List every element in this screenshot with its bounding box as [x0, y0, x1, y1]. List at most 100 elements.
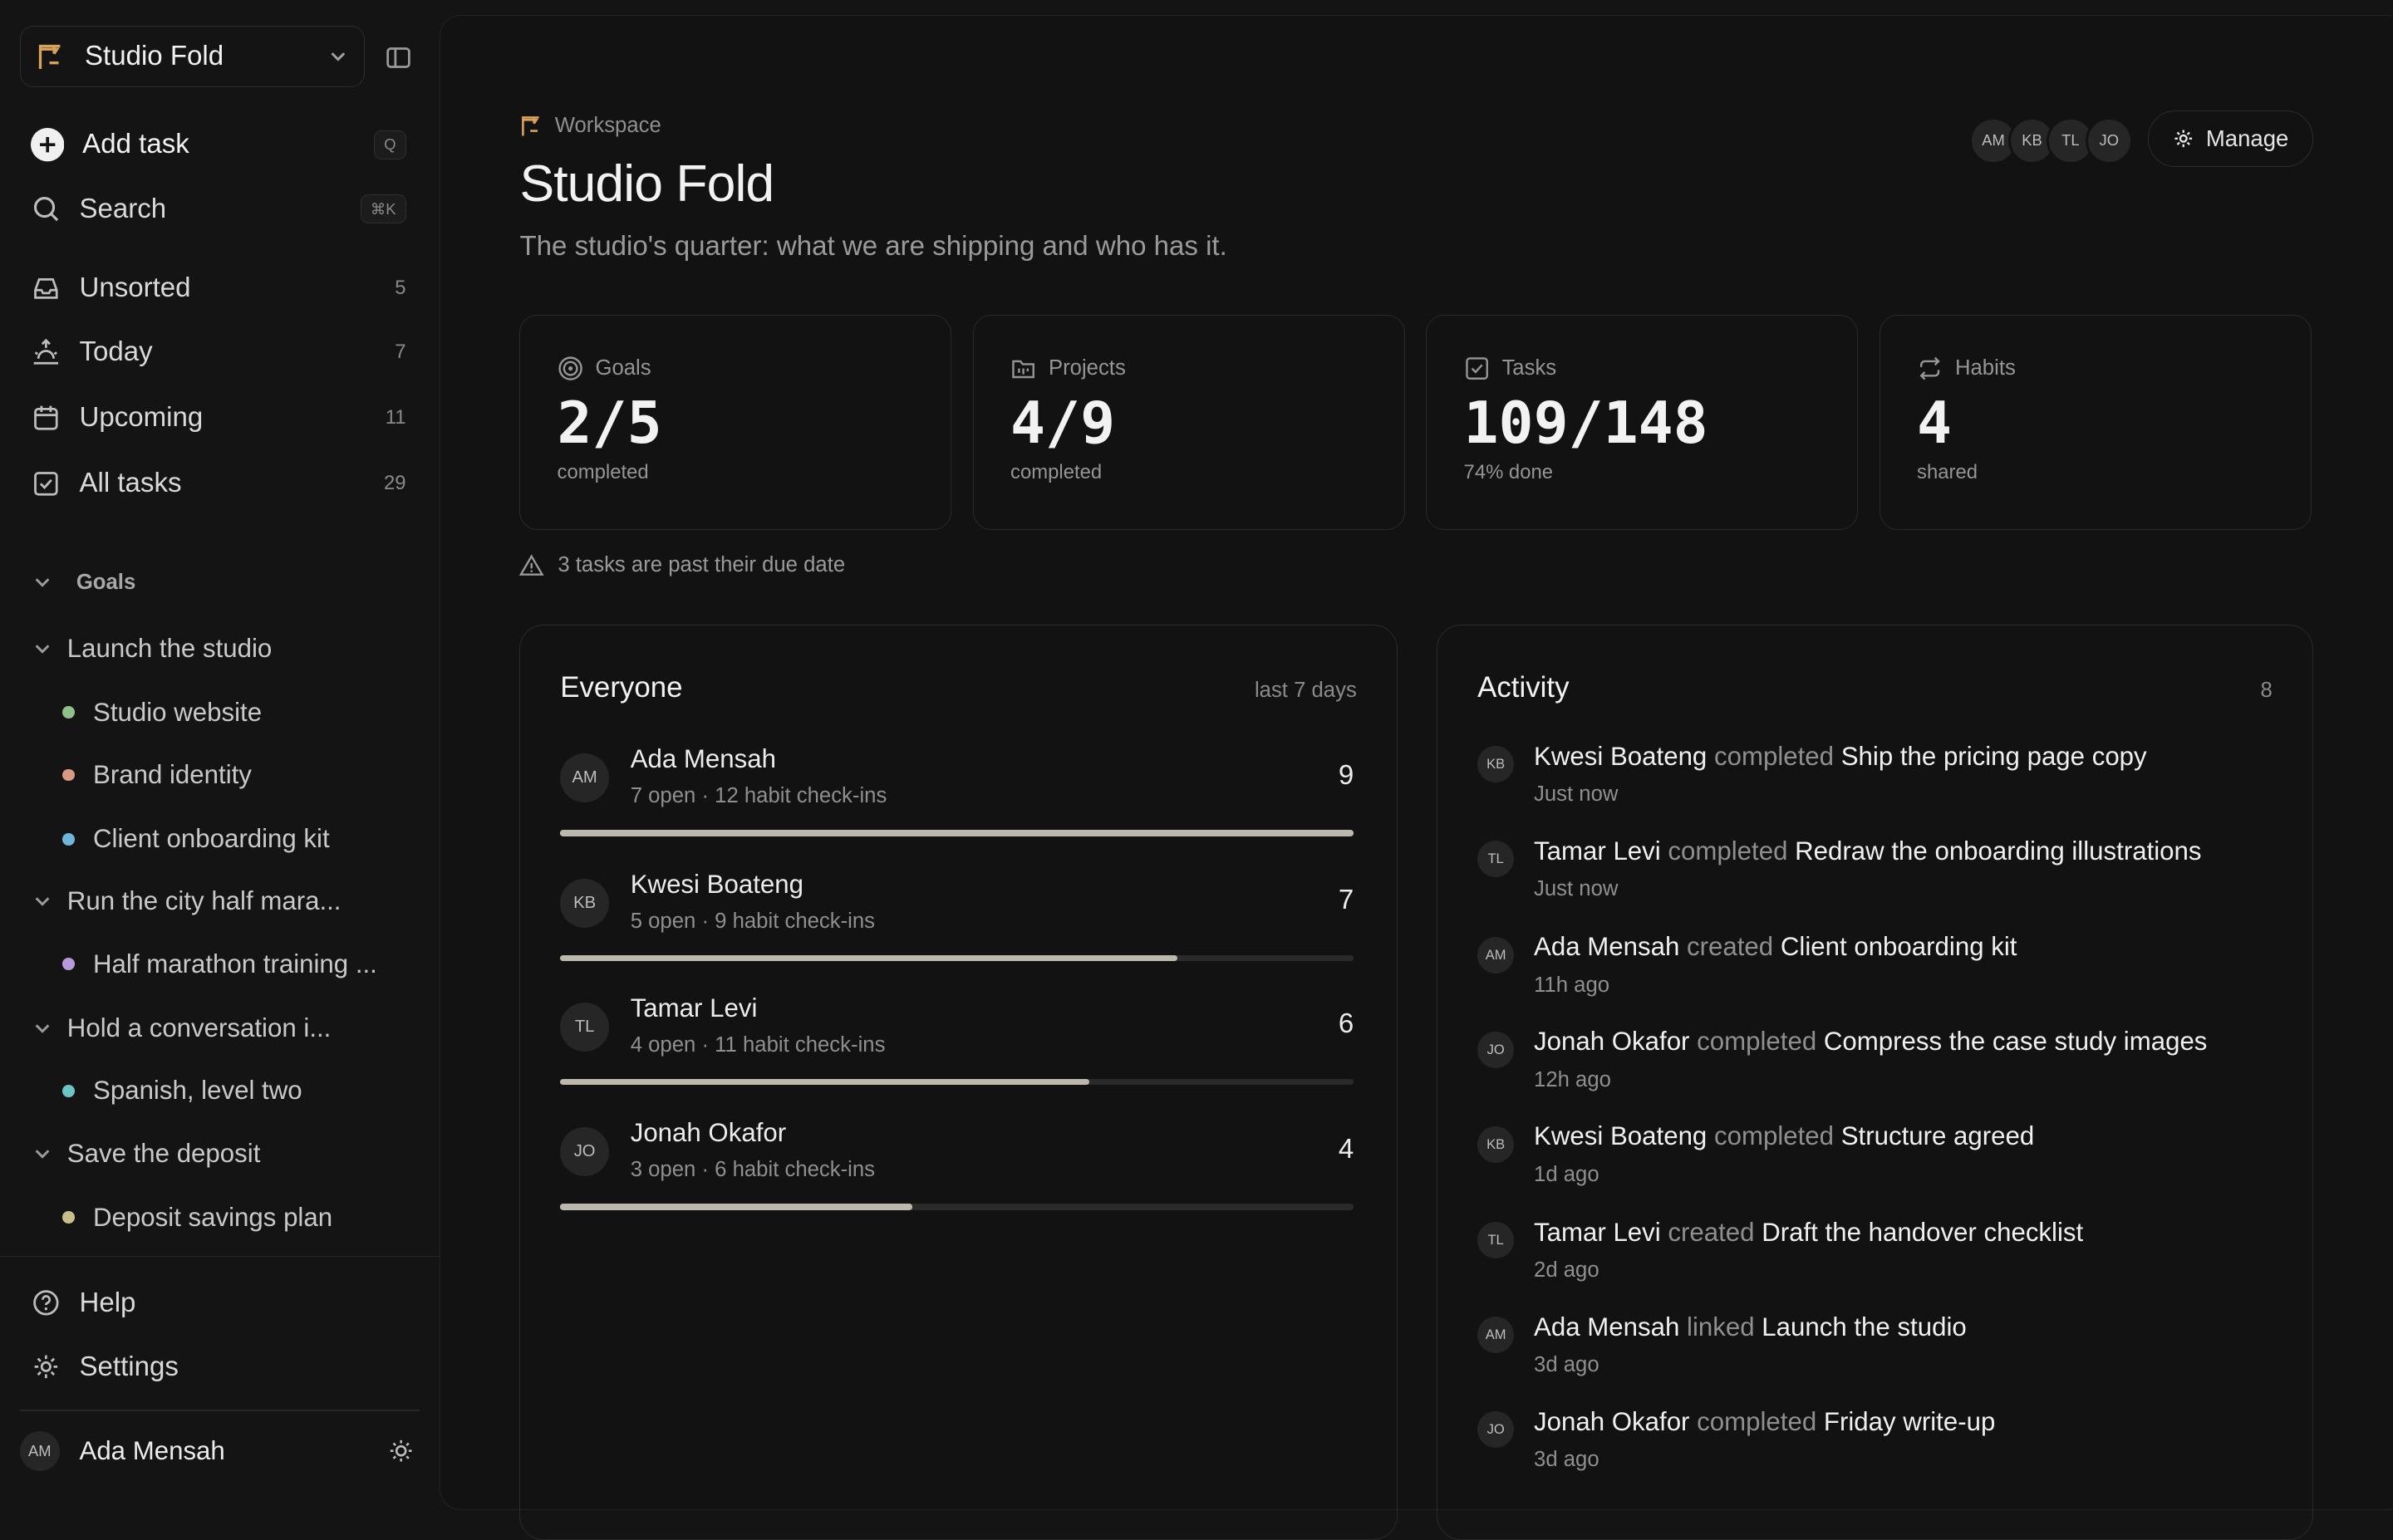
- goal-item[interactable]: Launch the studio: [33, 627, 409, 669]
- overdue-alert[interactable]: 3 tasks are past their due date: [519, 553, 845, 577]
- progress-fill: [560, 830, 1354, 836]
- chevron-down-icon: [33, 573, 52, 591]
- progress-track: [560, 1078, 1354, 1086]
- stat-card-projects[interactable]: Projects 4/9 completed: [972, 315, 1405, 531]
- nav-item-all-tasks[interactable]: All tasks 29: [31, 461, 406, 507]
- activity-item[interactable]: AM Ada Mensah created Client onboarding …: [1477, 932, 2271, 1012]
- workspace-crane-icon: [519, 114, 543, 138]
- activity-item[interactable]: KB Kwesi Boateng completed Ship the pric…: [1477, 742, 2271, 821]
- calendar-icon: [31, 403, 61, 434]
- search-label: Search: [79, 193, 167, 224]
- project-label: Studio website: [93, 697, 263, 727]
- chevron-down-icon: [33, 892, 52, 910]
- activity-target[interactable]: Ship the pricing page copy: [1841, 742, 2147, 771]
- project-item[interactable]: Spanish, level two: [62, 1070, 407, 1112]
- project-color-dot: [62, 958, 75, 971]
- progress-fill: [560, 954, 1178, 962]
- progress-track: [560, 830, 1354, 836]
- manage-label: Manage: [2205, 125, 2289, 152]
- project-item[interactable]: Client onboarding kit: [62, 817, 407, 860]
- search-button[interactable]: Search ⌘K: [31, 186, 406, 232]
- stat-card-tasks[interactable]: Tasks 109/148 74% done: [1426, 315, 1859, 531]
- user-profile[interactable]: AM Ada Mensah: [19, 1426, 414, 1475]
- member-name: Kwesi Boateng: [630, 870, 803, 900]
- activity-item[interactable]: AM Ada Mensah linked Launch the studio 3…: [1477, 1312, 2271, 1392]
- member-sub: 5 open · 9 habit check-ins: [630, 909, 876, 933]
- member-sub: 4 open · 11 habit check-ins: [630, 1032, 886, 1057]
- goal-item[interactable]: Run the city half mara...: [33, 880, 409, 923]
- nav-item-upcoming[interactable]: Upcoming 11: [31, 395, 406, 441]
- sun-icon[interactable]: [389, 1439, 413, 1463]
- member-row[interactable]: TL Tamar Levi 4 open · 11 habit check-in…: [560, 993, 1354, 1101]
- goal-label: Launch the studio: [66, 633, 273, 663]
- member-sub: 3 open · 6 habit check-ins: [630, 1158, 876, 1182]
- chevron-down-icon: [33, 640, 52, 658]
- avatar: AM: [1477, 1317, 1515, 1354]
- nav-count: 7: [395, 341, 406, 364]
- project-item[interactable]: Studio website: [62, 691, 407, 733]
- chevron-down-icon: [33, 1145, 52, 1163]
- activity-target[interactable]: Structure agreed: [1841, 1121, 2035, 1150]
- activity-actor: Kwesi Boateng: [1534, 741, 1708, 771]
- activity-time: 1d ago: [1534, 1162, 1599, 1186]
- goals-section-toggle[interactable]: Goals: [33, 571, 135, 595]
- nav-count: 11: [385, 406, 406, 429]
- activity-actor: Tamar Levi: [1534, 836, 1661, 866]
- sidebar-collapse-icon[interactable]: [385, 44, 412, 71]
- breadcrumb[interactable]: Workspace: [519, 114, 661, 138]
- alert-text: 3 tasks are past their due date: [558, 553, 846, 577]
- add-task-shortcut: Q: [374, 130, 406, 159]
- activity-target[interactable]: Draft the handover checklist: [1762, 1218, 2083, 1247]
- avatar: AM: [560, 753, 609, 803]
- project-color-dot: [62, 1211, 75, 1224]
- activity-line: Tamar Levi completed Redraw the onboardi…: [1534, 836, 2202, 866]
- stat-value: 4: [1917, 389, 1953, 457]
- nav-item-unsorted[interactable]: Unsorted 5: [31, 266, 406, 311]
- member-name: Jonah Okafor: [630, 1118, 787, 1148]
- gear-icon: [31, 1351, 61, 1382]
- stat-card-habits[interactable]: Habits 4 shared: [1879, 315, 2312, 531]
- activity-item[interactable]: KB Kwesi Boateng completed Structure agr…: [1477, 1121, 2271, 1201]
- goal-item[interactable]: Save the deposit: [33, 1132, 409, 1175]
- stat-label-row: Habits: [1917, 356, 2016, 381]
- activity-item[interactable]: JO Jonah Okafor completed Compress the c…: [1477, 1027, 2271, 1106]
- project-item[interactable]: Brand identity: [62, 753, 407, 796]
- activity-actor: Ada Mensah: [1534, 1312, 1680, 1341]
- member-count: 9: [1338, 759, 1354, 791]
- goals-heading: Goals: [76, 570, 136, 594]
- activity-target[interactable]: Compress the case study images: [1824, 1027, 2208, 1056]
- project-item[interactable]: Half marathon training ...: [62, 943, 407, 985]
- member-count: 7: [1338, 885, 1354, 916]
- activity-target[interactable]: Launch the studio: [1762, 1312, 1966, 1341]
- activity-verb: linked: [1687, 1312, 1755, 1341]
- member-row[interactable]: KB Kwesi Boateng 5 open · 9 habit check-…: [560, 870, 1354, 977]
- nav-item-today[interactable]: Today 7: [31, 330, 406, 375]
- project-label: Brand identity: [93, 760, 252, 790]
- stat-label: Projects: [1048, 356, 1126, 380]
- activity-target[interactable]: Friday write-up: [1824, 1407, 1995, 1436]
- workspace-switcher[interactable]: Studio Fold: [19, 26, 365, 87]
- activity-target[interactable]: Client onboarding kit: [1781, 932, 2017, 961]
- activity-line: Ada Mensah created Client onboarding kit: [1534, 932, 2017, 962]
- member-row[interactable]: JO Jonah Okafor 3 open · 6 habit check-i…: [560, 1118, 1354, 1225]
- settings-button[interactable]: Settings: [31, 1344, 406, 1390]
- goal-item[interactable]: Hold a conversation i...: [33, 1007, 409, 1049]
- activity-item[interactable]: JO Jonah Okafor completed Friday write-u…: [1477, 1407, 2271, 1487]
- goal-label: Save the deposit: [66, 1138, 261, 1168]
- activity-item[interactable]: TL Tamar Levi created Draft the handover…: [1477, 1218, 2271, 1297]
- manage-button[interactable]: Manage: [2148, 110, 2313, 168]
- help-button[interactable]: Help: [31, 1280, 406, 1326]
- nav-label: Unsorted: [79, 272, 191, 304]
- activity-actor: Kwesi Boateng: [1534, 1121, 1708, 1151]
- project-item[interactable]: Deposit savings plan: [62, 1196, 407, 1238]
- activity-target[interactable]: Redraw the onboarding illustrations: [1795, 836, 2201, 866]
- activity-verb: completed: [1713, 741, 1835, 771]
- member-avatars[interactable]: AM KB TL JO: [1969, 116, 2133, 164]
- stat-card-goals[interactable]: Goals 2/5 completed: [519, 315, 952, 531]
- activity-line: Kwesi Boateng completed Ship the pricing…: [1534, 742, 2147, 772]
- activity-item[interactable]: TL Tamar Levi completed Redraw the onboa…: [1477, 836, 2271, 916]
- add-task-button[interactable]: Add task Q: [30, 122, 406, 168]
- progress-fill: [560, 1078, 1090, 1086]
- member-row[interactable]: AM Ada Mensah 7 open · 12 habit check-in…: [560, 744, 1354, 851]
- stat-sub: shared: [1917, 460, 1978, 483]
